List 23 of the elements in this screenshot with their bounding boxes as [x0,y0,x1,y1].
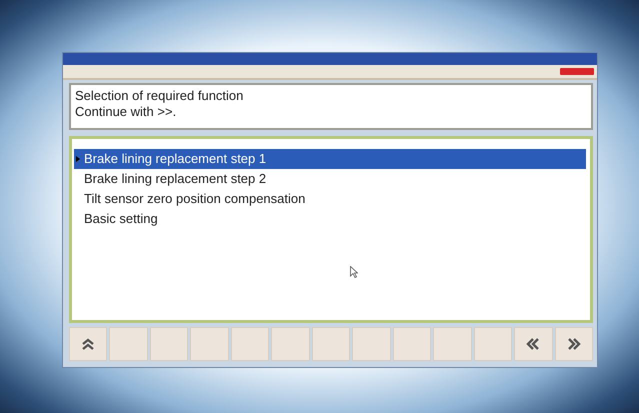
function-key[interactable] [271,327,310,361]
double-chevron-up-icon [81,338,96,350]
function-key[interactable] [433,327,472,361]
up-button[interactable] [69,327,108,361]
function-key[interactable] [190,327,229,361]
pointer-icon [76,156,80,162]
function-key[interactable] [352,327,391,361]
mouse-cursor-icon [350,266,358,278]
function-item[interactable]: Tilt sensor zero position compensation [74,189,586,209]
function-item[interactable]: Brake lining replacement step 2 [74,169,586,189]
function-item[interactable]: Basic setting [74,209,586,229]
logo-icon [560,68,594,75]
function-key[interactable] [230,327,270,361]
double-chevron-left-icon [526,337,540,351]
function-key[interactable] [312,327,350,361]
function-item[interactable]: Brake lining replacement step 1 [74,149,586,169]
double-chevron-right-icon [566,337,581,351]
back-button[interactable] [514,327,553,361]
message-text: Selection of required function [75,88,244,104]
next-button[interactable] [554,327,594,361]
message-text: Continue with >>. [75,104,178,120]
function-key[interactable] [150,327,188,361]
function-key[interactable] [392,327,432,361]
